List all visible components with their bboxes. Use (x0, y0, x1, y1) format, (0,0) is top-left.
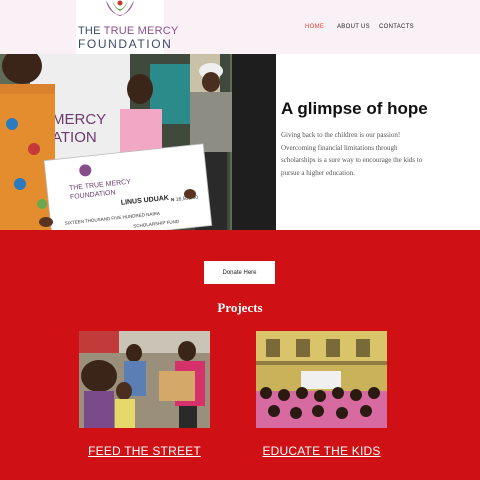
hero-title: A glimpse of hope (281, 99, 428, 118)
educate-kids-photo (256, 331, 387, 428)
nav-about-us[interactable]: ABOUT US (337, 24, 370, 30)
project-feed-the-street-link[interactable]: FEED THE STREET (79, 444, 210, 458)
projects-title: Projects (217, 300, 263, 315)
hero-photo-graphic: MERCY ATION THE TRUE MERCY FOUNDATION LI… (0, 54, 276, 230)
logo-text-line2: FOUNDATION (78, 37, 173, 51)
nav-home[interactable]: HOME (305, 24, 324, 30)
hero-body: Giving back to the children is our passi… (281, 131, 423, 177)
feed-street-photo (79, 331, 210, 428)
project-educate-the-kids-image[interactable] (256, 331, 387, 428)
site-header: THE TRUE MERCY FOUNDATION HOME ABOUT US … (0, 0, 480, 54)
logo-text-line1: THE TRUE MERCY (78, 25, 179, 37)
hero-photo: MERCY ATION THE TRUE MERCY FOUNDATION LI… (0, 54, 276, 230)
donate-button[interactable]: Donate Here (204, 261, 275, 284)
svg-text:MERCY: MERCY (52, 111, 106, 128)
logo-mark-icon (106, 0, 134, 16)
nav-contacts[interactable]: CONTACTS (379, 24, 414, 30)
project-feed-the-street-image[interactable] (79, 331, 210, 428)
svg-text:ATION: ATION (52, 129, 97, 146)
project-educate-the-kids-link[interactable]: EDUCATE THE KIDS (256, 444, 387, 458)
